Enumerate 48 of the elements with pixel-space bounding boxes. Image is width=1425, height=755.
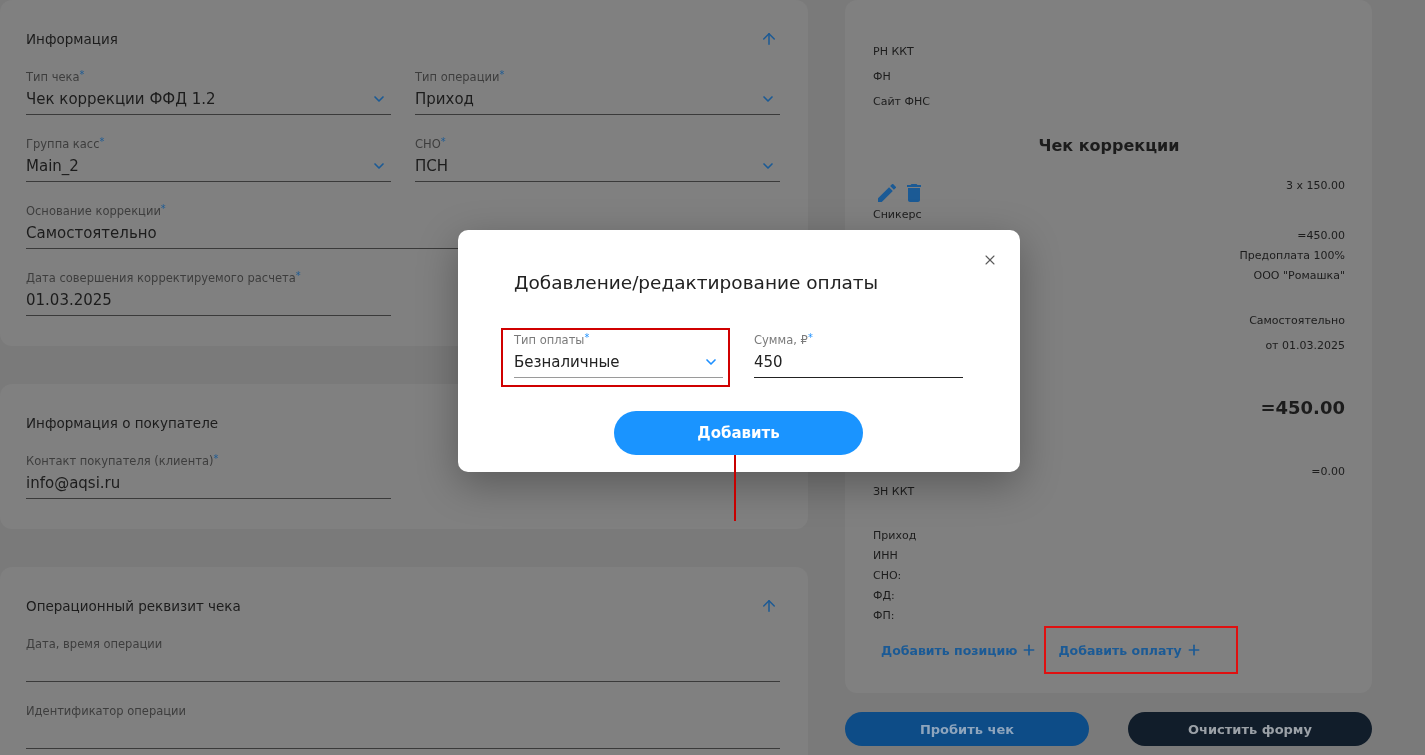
footer-button[interactable]: Пробить чек — [845, 712, 1089, 746]
field-label: Группа касс$^{*}$ — [26, 137, 105, 151]
input-field[interactable]: Самостоятельно — [26, 223, 458, 249]
receipt-value: Самостоятельно — [1249, 313, 1345, 329]
add-button[interactable]: Добавить — [614, 411, 863, 455]
receipt-title: Чек коррекции — [1038, 135, 1180, 157]
section-title: Информация о покупателе — [26, 414, 219, 433]
field-label: Контакт покупателя (клиента)$^{*}$ — [26, 454, 219, 468]
receipt-total: =450.00 — [1260, 396, 1345, 420]
field-label: Дата, время операции — [26, 637, 163, 651]
dropdown-field[interactable]: Main_2 — [26, 156, 391, 182]
input-field[interactable]: 01.03.2025 — [26, 290, 391, 316]
dialog-title: Добавление/редактирование оплаты — [514, 271, 879, 295]
field-label: СНО$^{*}$ — [415, 137, 446, 151]
footer-button[interactable]: Очистить форму — [1128, 712, 1372, 746]
trash-icon[interactable] — [907, 184, 921, 202]
receipt-label: Приход — [873, 528, 917, 544]
field-label: Тип операции$^{*}$ — [415, 70, 505, 84]
field-label: Сумма, ₽$^{*}$ — [754, 333, 813, 347]
receipt-value: =450.00 — [1297, 228, 1345, 244]
receipt-value: ООО "Ромашка" — [1253, 268, 1345, 284]
dropdown-field[interactable]: Чек коррекции ФФД 1.2 — [26, 89, 391, 115]
receipt-value: =0.00 — [1311, 464, 1345, 480]
item-name: Сникерс — [873, 207, 922, 223]
receipt-text: Сайт ФНС — [873, 94, 930, 110]
receipt-label: ЗН ККТ — [873, 484, 915, 500]
field-label: Идентификатор операции — [26, 704, 187, 718]
receipt-value: Предоплата 100% — [1239, 248, 1345, 264]
input-field[interactable]: info@aqsi.ru — [26, 473, 391, 499]
input-field[interactable]: 450 — [754, 352, 963, 378]
field-label: Дата совершения корректируемого расчета$^{*}$ — [26, 271, 301, 285]
dropdown-field[interactable]: ПСН — [415, 156, 780, 182]
field-label: Тип чека$^{*}$ — [26, 70, 85, 84]
receipt-label: СНО: — [873, 568, 902, 584]
item-amount: 3 x 150.00 — [1286, 178, 1345, 194]
receipt-value: от 01.03.2025 — [1265, 338, 1345, 354]
receipt-label: ФД: — [873, 588, 895, 604]
receipt-text: РН ККТ — [873, 44, 914, 60]
pencil-icon[interactable] — [878, 184, 896, 202]
dropdown-field[interactable]: Безналичные — [514, 352, 723, 378]
field-label: Основание коррекции$^{*}$ — [26, 204, 166, 218]
section-title: Информация — [26, 30, 118, 49]
receipt-text: ФН — [873, 69, 891, 85]
section-title: Операционный реквизит чека — [26, 597, 241, 616]
receipt-label: ИНН — [873, 548, 898, 564]
receipt-label: ФП: — [873, 608, 895, 624]
dropdown-field[interactable]: Приход — [415, 89, 780, 115]
field-label: Тип оплаты$^{*}$ — [514, 333, 590, 347]
